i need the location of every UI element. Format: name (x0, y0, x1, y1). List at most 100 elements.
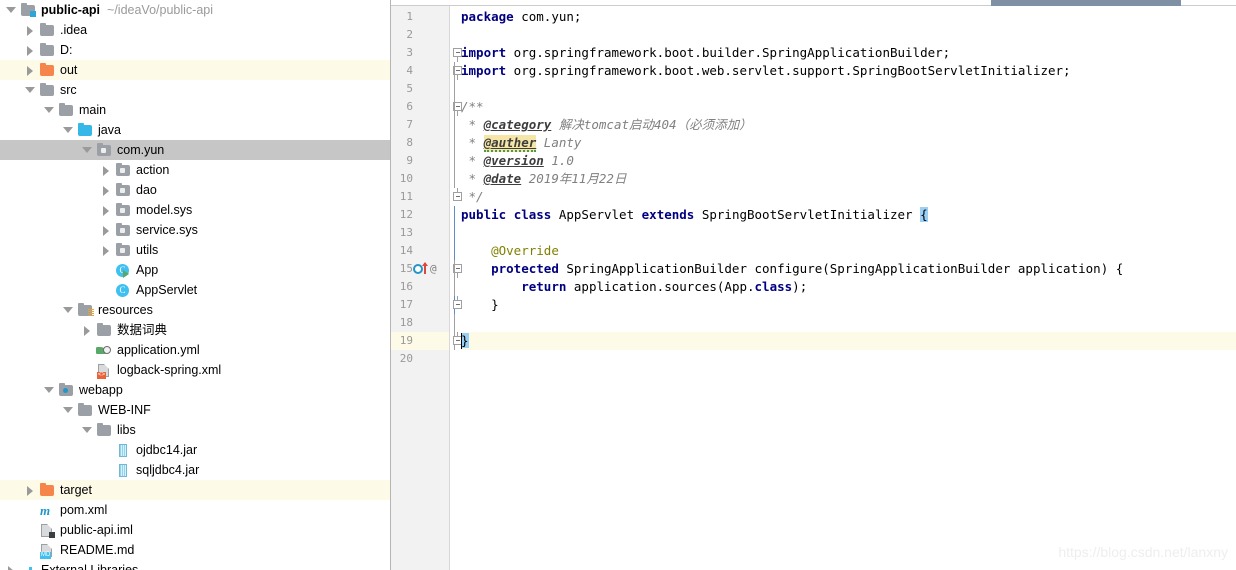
line-number: 11 (399, 190, 413, 203)
chevron-right-icon[interactable] (101, 185, 112, 196)
code-line[interactable]: * @date 2019年11月22日 (461, 170, 1236, 188)
chevron-right-icon[interactable] (25, 485, 36, 496)
tree-row[interactable]: dao (0, 180, 390, 200)
tree-row[interactable]: service.sys (0, 220, 390, 240)
tree-row[interactable]: public-api ~/ideaVo/public-api (0, 0, 390, 20)
code-line[interactable]: * @category 解决tomcat启动404（必须添加） (461, 116, 1236, 134)
code-line[interactable]: * @auther Lanty (461, 134, 1236, 152)
code-line[interactable]: import org.springframework.boot.web.serv… (461, 62, 1236, 80)
chevron-right-icon[interactable] (25, 65, 36, 76)
tree-row[interactable]: MD README.md (0, 540, 390, 560)
chevron-down-icon[interactable] (25, 85, 36, 96)
tree-item-label: utils (136, 243, 159, 257)
code-line[interactable]: /** (461, 98, 1236, 116)
annotation-at-icon[interactable]: @ (430, 260, 437, 278)
tree-row[interactable]: resources (0, 300, 390, 320)
xml-file-icon: <> (96, 362, 112, 379)
tree-item-label: .idea (60, 23, 88, 37)
project-tool-window[interactable]: public-api ~/ideaVo/public-api .idea D: out s… (0, 0, 391, 570)
comment-token: * (461, 171, 484, 186)
editor-gutter[interactable]: 1 2 3 4 5 6 7 8 9 10 11 12 13 14 15 16 17 18 19 20 @ (391, 0, 450, 570)
tree-row[interactable]: D: (0, 40, 390, 60)
tree-row[interactable]: com.yun (0, 140, 390, 160)
tree-row[interactable]: main (0, 100, 390, 120)
folder-gray-icon (96, 322, 112, 338)
fold-marker-strip[interactable] (450, 0, 462, 570)
tree-row[interactable]: 数据词典 (0, 320, 390, 340)
chevron-right-icon[interactable] (25, 45, 36, 56)
tree-row[interactable]: C App (0, 260, 390, 280)
chevron-right-icon[interactable] (82, 325, 93, 336)
java-class-icon: C (115, 282, 131, 298)
chevron-right-icon[interactable] (101, 205, 112, 216)
chevron-down-icon[interactable] (63, 405, 74, 416)
tree-item-label: public-api (41, 3, 101, 17)
horizontal-scrollbar[interactable] (391, 0, 1236, 6)
tree-row[interactable]: action (0, 160, 390, 180)
tree-row[interactable]: External Libraries (0, 560, 390, 570)
chevron-down-icon[interactable] (82, 145, 93, 156)
text-caret (461, 333, 462, 349)
line-number: 18 (399, 316, 413, 329)
code-line[interactable]: } (461, 296, 1236, 314)
tree-row[interactable]: application.yml (0, 340, 390, 360)
code-line[interactable]: return application.sources(App.class); (461, 278, 1236, 296)
fold-stem (457, 111, 458, 116)
tree-row[interactable]: <> logback-spring.xml (0, 360, 390, 380)
line-number: 9 (406, 154, 413, 167)
code-line[interactable]: } (461, 332, 1236, 350)
tree-item-label: WEB-INF (98, 403, 151, 417)
code-token: AppServlet (551, 207, 642, 222)
tree-row[interactable]: sqljdbc4.jar (0, 460, 390, 480)
scrollbar-thumb[interactable] (991, 0, 1181, 6)
chevron-right-icon[interactable] (6, 565, 17, 570)
gutter-markers[interactable]: @ (413, 260, 449, 278)
tree-row[interactable]: webapp (0, 380, 390, 400)
tree-row[interactable]: C AppServlet (0, 280, 390, 300)
annotation-token: @Override (491, 243, 559, 258)
code-line[interactable]: public class AppServlet extends SpringBo… (461, 206, 1236, 224)
chevron-down-icon[interactable] (6, 5, 17, 16)
folder-resources-icon (77, 302, 94, 318)
tree-item-label: main (79, 103, 107, 117)
chevron-right-icon[interactable] (101, 245, 112, 256)
chevron-down-icon[interactable] (82, 425, 93, 436)
tree-row[interactable]: out (0, 60, 390, 80)
code-line[interactable]: import org.springframework.boot.builder.… (461, 44, 1236, 62)
code-line[interactable]: */ (461, 188, 1236, 206)
chevron-right-icon[interactable] (101, 225, 112, 236)
chevron-right-icon[interactable] (101, 165, 112, 176)
tree-row[interactable]: target (0, 480, 390, 500)
tree-row[interactable]: libs (0, 420, 390, 440)
tree-row[interactable]: public-api.iml (0, 520, 390, 540)
editor-area[interactable]: 1 2 3 4 5 6 7 8 9 10 11 12 13 14 15 16 17 18 19 20 @ package… (391, 0, 1236, 570)
code-line[interactable]: package com.yun; (461, 8, 1236, 26)
tree-row[interactable]: m pom.xml (0, 500, 390, 520)
code-line[interactable]: protected SpringApplicationBuilder confi… (461, 260, 1236, 278)
chevron-right-icon[interactable] (25, 25, 36, 36)
chevron-down-icon[interactable] (63, 125, 74, 136)
tree-item-label: ojdbc14.jar (136, 443, 198, 457)
chevron-down-icon[interactable] (44, 385, 55, 396)
tree-row[interactable]: utils (0, 240, 390, 260)
tree-row[interactable]: .idea (0, 20, 390, 40)
code-line[interactable]: * @version 1.0 (461, 152, 1236, 170)
chevron-down-icon[interactable] (44, 105, 55, 116)
chevron-down-icon[interactable] (63, 305, 74, 316)
tree-row[interactable]: WEB-INF (0, 400, 390, 420)
tree-row[interactable]: src (0, 80, 390, 100)
override-arrow-icon[interactable] (422, 262, 428, 274)
tree-row[interactable]: model.sys (0, 200, 390, 220)
line-number: 10 (399, 172, 413, 185)
module-folder-icon (20, 2, 36, 18)
line-number: 15 (399, 262, 413, 275)
tree-row[interactable]: java (0, 120, 390, 140)
tree-row[interactable]: ojdbc14.jar (0, 440, 390, 460)
code-token: com.yun; (513, 9, 582, 24)
code-line[interactable]: @Override (461, 242, 1236, 260)
